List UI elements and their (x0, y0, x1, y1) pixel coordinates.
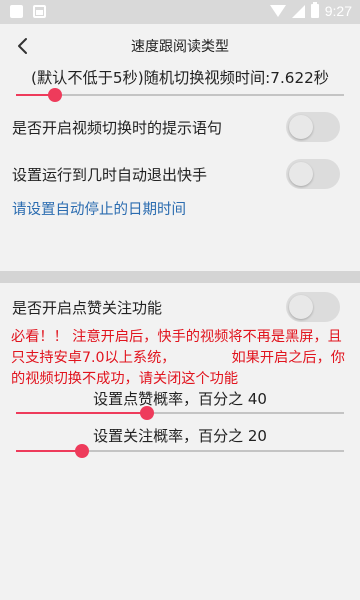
signal-icon (291, 4, 305, 18)
like-rate-slider[interactable] (16, 405, 344, 421)
prompt-switch-toggle[interactable] (286, 112, 340, 142)
app-icon (10, 5, 23, 18)
slider-thumb[interactable] (74, 444, 89, 458)
follow-rate-slider[interactable] (16, 443, 344, 459)
status-bar: 9:27 (0, 0, 360, 24)
wifi-icon (269, 5, 286, 17)
image-icon (33, 5, 46, 18)
switch-interval-slider[interactable] (16, 87, 344, 103)
like-follow-label: 是否开启点赞关注功能 (12, 299, 163, 317)
clock-time: 9:27 (324, 3, 352, 19)
slider-thumb[interactable] (48, 88, 63, 102)
toggle-knob (289, 115, 313, 139)
switch-interval-label: (默认不低于5秒)随机切换视频时间:7.622秒 (31, 69, 329, 87)
like-follow-toggle[interactable] (286, 292, 340, 322)
prompt-switch-label: 是否开启视频切换时的提示语句 (12, 119, 223, 137)
slider-fill (16, 450, 82, 452)
app-bar: 速度跟阅读类型 (0, 24, 360, 68)
stop-date-link[interactable]: 请设置自动停止的日期时间 (12, 198, 186, 219)
slider-thumb[interactable] (140, 406, 155, 420)
toggle-knob (289, 162, 313, 186)
toggle-knob (289, 295, 313, 319)
section-divider (0, 271, 360, 283)
warning-text: 必看！！ 注意开启后，快手的视频将不再是黑屏，且只支持安卓7.0以上系统， 如果开… (11, 327, 351, 390)
slider-fill (16, 412, 148, 414)
page-title: 速度跟阅读类型 (131, 39, 229, 55)
slider-track (16, 94, 344, 96)
auto-exit-toggle[interactable] (286, 159, 340, 189)
battery-icon (310, 2, 319, 18)
auto-exit-label: 设置运行到几时自动退出快手 (12, 166, 208, 184)
